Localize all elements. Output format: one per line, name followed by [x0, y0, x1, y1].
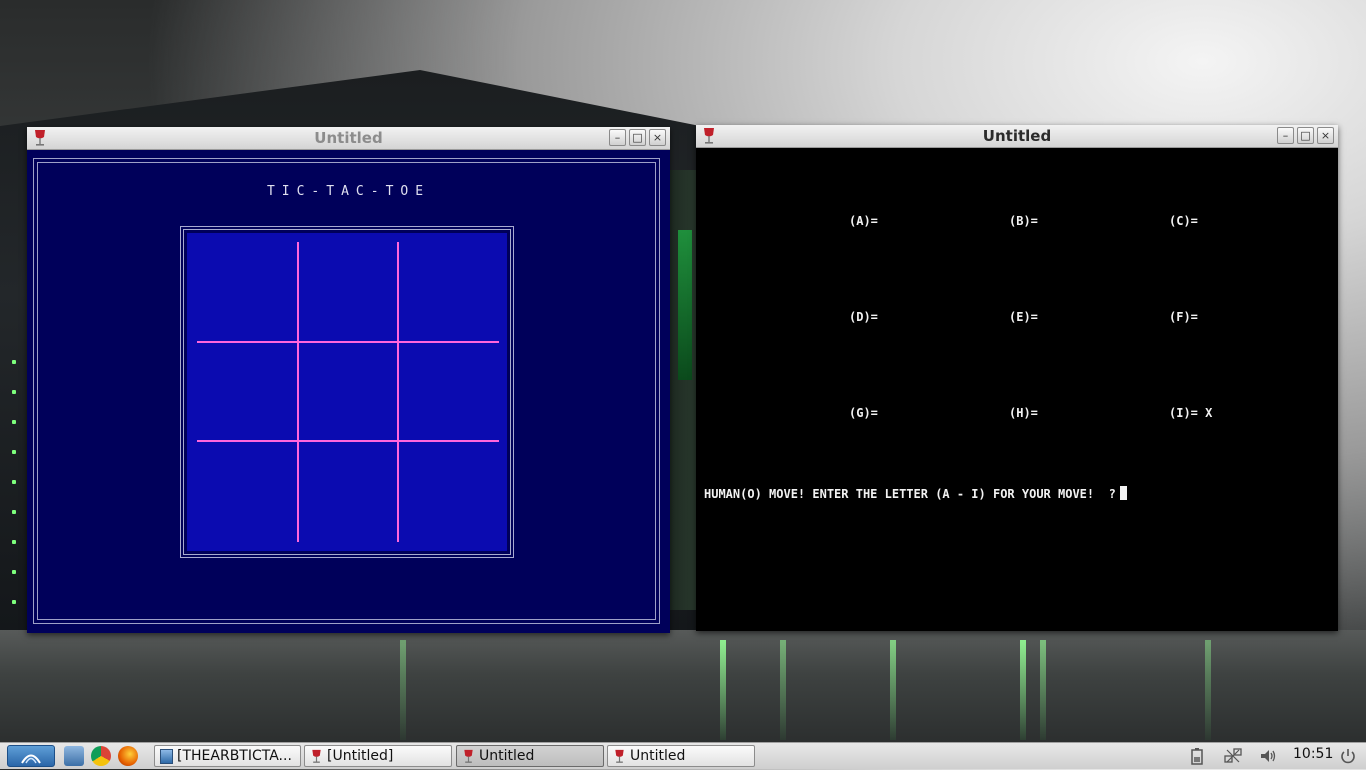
grid-line-vertical	[397, 242, 399, 542]
firefox-browser-icon[interactable]	[118, 746, 138, 766]
console-window[interactable]: Untitled – □ × (A)= (B)= (C)= (D)= (E)= …	[696, 125, 1338, 631]
cell-c: (C)=	[1169, 214, 1198, 228]
task-untitled-active[interactable]: Untitled	[456, 745, 604, 767]
minimize-button[interactable]: –	[609, 129, 626, 146]
grid-line-horizontal	[197, 440, 499, 442]
console-window-title: Untitled	[982, 127, 1052, 145]
console-output[interactable]: (A)= (B)= (C)= (D)= (E)= (F)= (G)= (H)= …	[696, 148, 1338, 631]
wallpaper-leds	[4, 350, 28, 620]
start-menu-button[interactable]	[7, 745, 55, 767]
game-window[interactable]: Untitled – □ × TIC-TAC-TOE	[27, 127, 670, 633]
grid-line-horizontal	[197, 341, 499, 343]
task-label: [Untitled]	[327, 748, 394, 764]
cell-d: (D)=	[849, 310, 878, 324]
task-thearbticta[interactable]: [THEARBTICTA...	[154, 745, 301, 767]
chrome-browser-icon[interactable]	[91, 746, 111, 766]
wallpaper-green-light	[678, 230, 692, 380]
taskbar-clock[interactable]: 10:51	[1293, 746, 1333, 762]
game-heading: TIC-TAC-TOE	[266, 184, 431, 199]
move-prompt[interactable]: HUMAN(O) MOVE! ENTER THE LETTER (A - I) …	[704, 486, 1127, 501]
cell-b: (B)=	[1009, 214, 1038, 228]
taskbar: [THEARBTICTA... [Untitled] Untitled Unti…	[0, 742, 1366, 769]
cell-a: (A)=	[849, 214, 878, 228]
task-label: Untitled	[479, 748, 535, 764]
network-icon[interactable]	[1224, 747, 1242, 765]
cell-g: (G)=	[849, 406, 878, 420]
console-window-titlebar[interactable]: Untitled – □ ×	[696, 125, 1338, 148]
grid-line-vertical	[297, 242, 299, 542]
maximize-button[interactable]: □	[629, 129, 646, 146]
task-untitled[interactable]: Untitled	[607, 745, 755, 767]
task-label: [THEARBTICTA...	[177, 748, 292, 764]
wallpaper-reflection	[1020, 640, 1026, 740]
battery-icon[interactable]	[1188, 747, 1206, 765]
game-window-titlebar[interactable]: Untitled – □ ×	[27, 127, 670, 150]
cell-e: (E)=	[1009, 310, 1038, 324]
wine-icon	[615, 749, 624, 763]
close-button[interactable]: ×	[649, 129, 666, 146]
wallpaper-reflection	[1040, 640, 1046, 740]
start-logo-icon	[21, 754, 41, 764]
power-icon[interactable]	[1339, 747, 1357, 765]
wallpaper-reflection	[780, 640, 786, 740]
wallpaper-floor	[0, 630, 1366, 742]
wine-icon	[312, 749, 321, 763]
close-button[interactable]: ×	[1317, 127, 1334, 144]
wallpaper-reflection	[1205, 640, 1211, 740]
wine-icon	[464, 749, 473, 763]
wallpaper-reflection	[400, 640, 406, 740]
task-label: Untitled	[630, 748, 686, 764]
file-manager-icon[interactable]	[64, 746, 84, 766]
wallpaper-reflection	[890, 640, 896, 740]
minimize-button[interactable]: –	[1277, 127, 1294, 144]
game-window-title: Untitled	[314, 129, 383, 147]
volume-icon[interactable]	[1259, 747, 1277, 765]
maximize-button[interactable]: □	[1297, 127, 1314, 144]
prompt-text: HUMAN(O) MOVE! ENTER THE LETTER (A - I) …	[704, 487, 1116, 501]
game-canvas[interactable]: TIC-TAC-TOE	[27, 150, 670, 633]
cell-f: (F)=	[1169, 310, 1198, 324]
tic-tac-toe-board[interactable]	[187, 233, 507, 551]
wallpaper-reflection	[720, 640, 726, 740]
text-cursor	[1119, 486, 1127, 500]
task-untitled-bracketed[interactable]: [Untitled]	[304, 745, 452, 767]
cell-h: (H)=	[1009, 406, 1038, 420]
window-icon	[160, 749, 173, 764]
cell-i: (I)= X	[1169, 406, 1213, 420]
